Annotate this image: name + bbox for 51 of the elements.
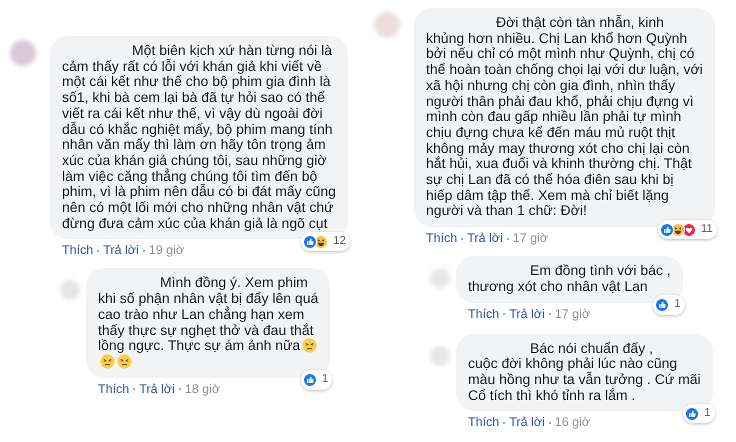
like-icon [685,406,700,421]
like-link[interactable]: Thích [426,231,458,246]
like-icon [303,234,318,249]
reaction-summary[interactable]: 1 [653,295,685,315]
comment-time: 17 giờ [554,306,590,322]
separator-dot [548,422,551,424]
separator-dot [548,313,551,316]
avatar[interactable] [430,346,450,366]
like-link[interactable]: Thích [468,415,500,430]
sad-face-icon [100,354,115,369]
separator-dot [503,313,506,316]
like-link[interactable]: Thích [62,243,94,258]
sad-face-icon [117,354,132,369]
reply-link[interactable]: Trả lời [509,306,545,322]
comment-text: Đời thật còn tàn nhẫn, kinh khủng hơn nhiều. Chị Lan khổ hơn Quỳnh bởi nếu chỉ có một mình như Quỳnh, chị có thể hoàn toàn chống chọi lại với dư luận, với xã hội nhưng chị còn gia đình, nhìn thấy người thân phải đau khổ, phải chịu đựng vì mình còn đau gấp nhiều lần phải tự mình chịu đựng chưa kể đến máu mủ ruột thịt không mảy may thương xót cho chị lại còn hắt hủi, xua đuổi và khinh thường chị. Thật sự chị Lan đã có thể hóa điên sau khi bị hiếp dâm tập thể. Xem mà chỉ biết lặng người và than 1 chữ: Đời! [426,15,703,220]
like-icon [660,222,674,237]
separator-dot [97,250,100,252]
avatar[interactable] [60,280,80,300]
avatar[interactable] [10,40,36,66]
comment-time: 18 giờ [184,382,220,397]
laughing-face-icon [670,222,685,237]
like-icon [655,298,670,312]
separator-dot [178,388,181,390]
heart-icon [682,222,696,237]
reply-link[interactable]: Trả lời [103,243,139,258]
comment-time: 17 giờ [512,231,548,246]
like-link[interactable]: Thích [468,306,500,322]
separator-dot [133,388,136,390]
reaction-summary[interactable]: 11 [658,220,717,240]
comment-text: Bác nói chuẩn đấy , cuộc đời không phải lúc nào cũng màu hồng như ta vẫn tưởng . Cứ mãi Cổ tích thì khó tỉnh ra lắm . [468,340,701,404]
reaction-summary[interactable]: 1 [683,404,715,424]
sad-face-icon [302,338,318,354]
avatar[interactable] [430,268,450,288]
separator-dot [503,422,506,424]
comment-time: 19 giờ [148,243,184,258]
reaction-summary[interactable]: 1 [300,370,332,390]
comment-text: Em đồng tình với bác , thương xót cho nhân vật Lan [468,263,671,295]
reply-link[interactable]: Trả lời [467,231,503,246]
comment-text: Mình đồng ý. Xem phim khi số phận nhân vật bị đẩy lên quá cao trào như Lan chẳng hạn xem thấy thực sự nghẹt thở và đau thắt lồng ngực. Thực sự ám ảnh nữa [98,275,318,370]
laughing-face-icon [314,234,328,249]
separator-dot [461,238,464,240]
comment-time: 16 giờ [554,415,590,430]
reply-link[interactable]: Trả lời [509,415,545,430]
reaction-summary[interactable]: 12 [301,232,350,252]
comment-text: Một biên kịch xứ hàn từng nói là cảm thấy rất có lỗi với khán giả khi viết về một cái kết như thế cho bộ phim gia đình là số1, khi bà cem lại bà đã tự hỏi sao có thể viết ra cái kết như thế, vì vậy dù ngoài đời dẫu có khắc nghiệt mấy, bộ phim mang tính nhân văn mấy thì làm ơn hãy tôn trọng ảm xúc của khán giả chúng tôi, sau những giờ làm việc căng thẳng chúng tôi tìm đến bộ phim, vì là phim nên dẫu có bi đát mấy cũng nên có một lối mới cho những nhân vật chứ đừng đưa cảm xúc của khán giả là ngõ cụt [62,43,336,232]
separator-dot [142,250,145,252]
separator-dot [506,238,509,240]
avatar[interactable] [374,12,400,38]
like-icon [302,373,317,388]
like-link[interactable]: Thích [98,382,130,397]
reply-link[interactable]: Trả lời [139,382,175,397]
